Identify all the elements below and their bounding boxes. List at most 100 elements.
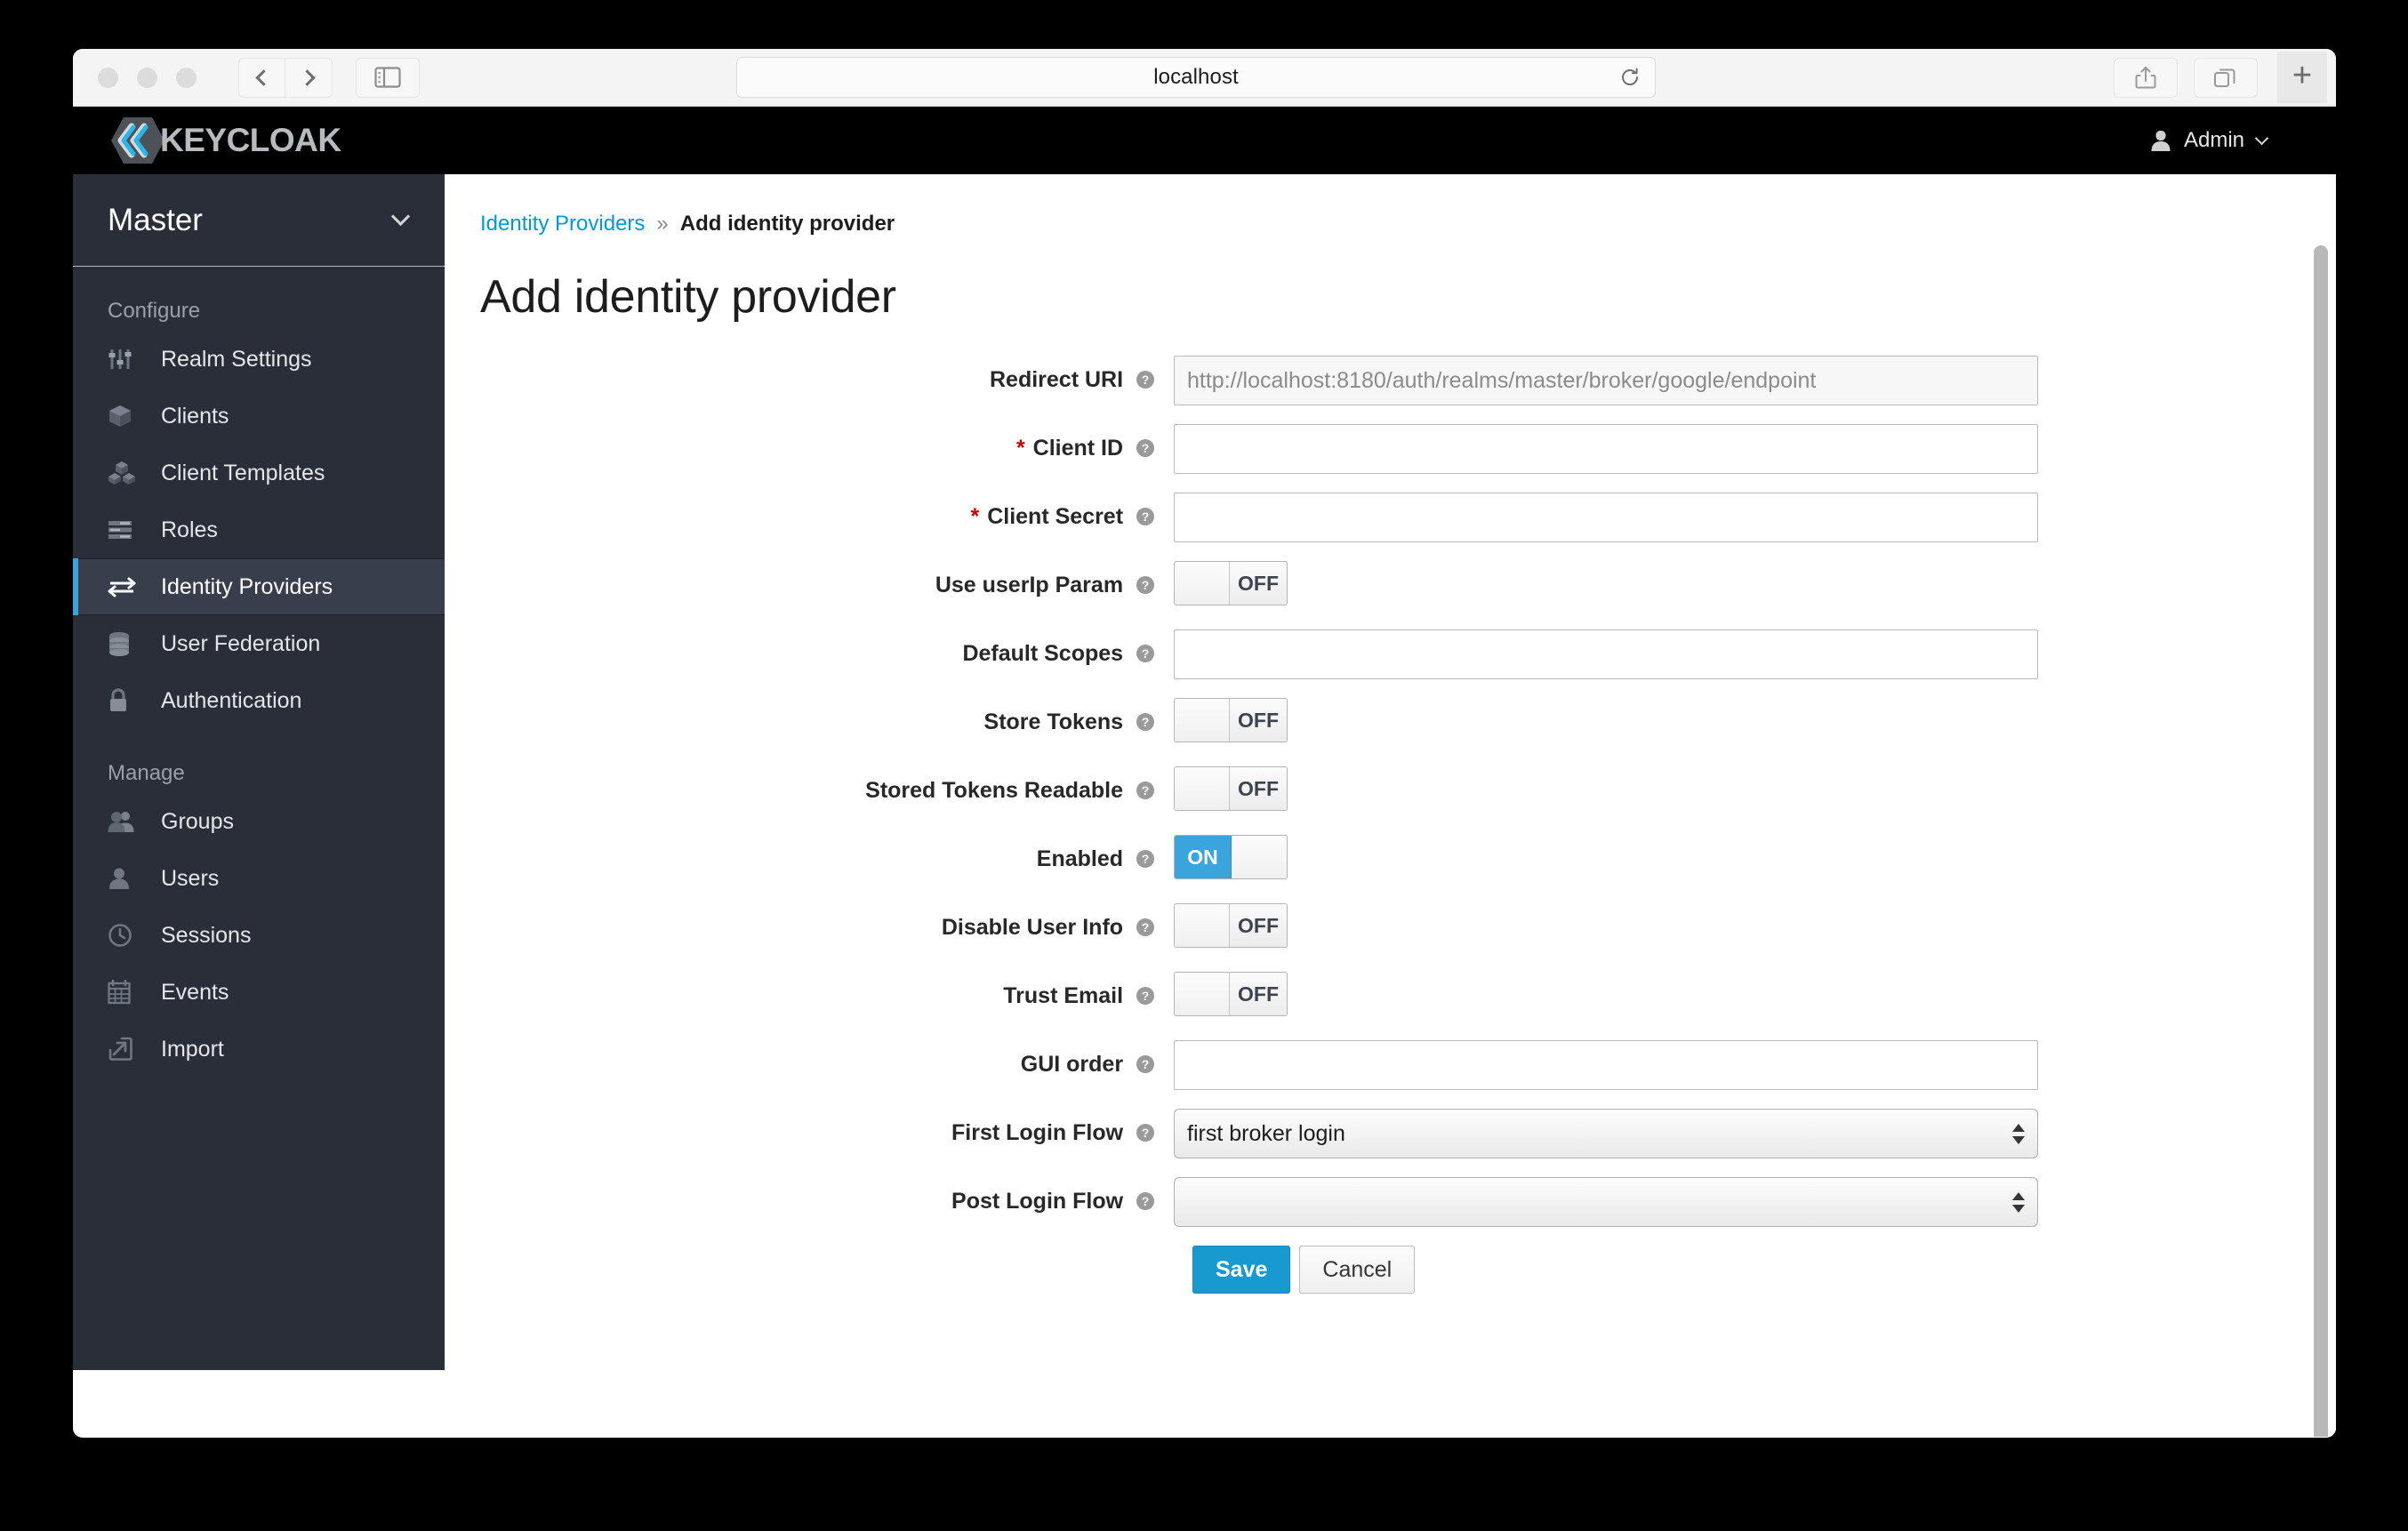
forward-button[interactable]: [285, 57, 333, 98]
sidebar-item-import[interactable]: Import: [73, 1021, 445, 1078]
scrollbar-thumb[interactable]: [2314, 245, 2328, 1437]
form-row-stored-tokens-readable: Stored Tokens Readable ? OFF: [445, 766, 2336, 816]
sidebar-item-realm-settings[interactable]: Realm Settings: [73, 331, 445, 388]
form-row-first-login-flow: First Login Flow ? first broker login: [445, 1109, 2336, 1158]
reload-icon[interactable]: [1619, 67, 1641, 88]
help-circle-icon[interactable]: ?: [1136, 1053, 1155, 1082]
sidebar-item-roles[interactable]: Roles: [73, 501, 445, 558]
sidebar-item-label: Users: [161, 865, 220, 891]
user-icon: [2151, 130, 2171, 151]
user-menu[interactable]: Admin: [2150, 128, 2269, 153]
new-tab-button[interactable]: +: [2277, 52, 2327, 103]
enabled-toggle[interactable]: ON: [1174, 835, 1288, 879]
form-control-client-id: [1174, 424, 2038, 474]
gui-order-input[interactable]: [1174, 1040, 2038, 1090]
store-tokens-toggle[interactable]: OFF: [1174, 698, 1288, 742]
form-label-client-secret: * Client Secret ?: [445, 493, 1174, 534]
sidebar-item-label: Client Templates: [161, 460, 325, 485]
sidebar-item-identity-providers[interactable]: Identity Providers: [73, 558, 445, 615]
page-scrollbar[interactable]: [2311, 245, 2331, 1437]
realm-name: Master: [108, 202, 203, 237]
use-userip-param-toggle[interactable]: OFF: [1174, 561, 1288, 605]
post-login-flow-select[interactable]: [1174, 1177, 2038, 1227]
disable-user-info-toggle[interactable]: OFF: [1174, 903, 1288, 948]
help-circle-icon[interactable]: ?: [1136, 1190, 1155, 1219]
address-bar-url: localhost: [1153, 65, 1239, 89]
help-circle-icon[interactable]: ?: [1136, 710, 1155, 740]
svg-text:?: ?: [1142, 920, 1150, 934]
sidebar-toggle-button[interactable]: [356, 57, 420, 98]
first-login-flow-select[interactable]: first broker login: [1174, 1109, 2038, 1158]
minimize-window-button[interactable]: [137, 67, 157, 88]
toggle-state-label: OFF: [1230, 767, 1287, 810]
share-button[interactable]: [2114, 57, 2178, 98]
svg-text:?: ?: [1142, 715, 1150, 729]
sidebar-item-clients[interactable]: Clients: [73, 388, 445, 445]
sidebar-section-manage-title: Manage: [108, 761, 185, 785]
realm-selector[interactable]: Master: [73, 174, 445, 267]
save-button[interactable]: Save: [1192, 1246, 1291, 1294]
form-label-disable-user-info: Disable User Info ?: [445, 903, 1174, 945]
select-arrows-icon: [2012, 1123, 2025, 1144]
form-control-use-userip-param: OFF: [1174, 561, 2038, 609]
form-row-post-login-flow: Post Login Flow ?: [445, 1177, 2336, 1227]
toggle-knob: [1175, 699, 1230, 741]
keycloak-logo-text: KEYCLOAK: [160, 122, 341, 158]
help-circle-icon[interactable]: ?: [1136, 916, 1155, 945]
form-row-client-id: * Client ID ?: [445, 424, 2336, 474]
client-secret-input[interactable]: [1174, 493, 2038, 542]
identity-provider-form: Redirect URI ? http://localhost:8180/aut…: [445, 356, 2336, 1294]
help-circle-icon[interactable]: ?: [1136, 368, 1155, 397]
toggle-knob: [1175, 767, 1230, 810]
form-row-client-secret: * Client Secret ?: [445, 493, 2336, 542]
sidebar-item-client-templates[interactable]: Client Templates: [73, 445, 445, 501]
form-label-default-scopes: Default Scopes ?: [445, 629, 1174, 671]
maximize-window-button[interactable]: [176, 67, 197, 88]
sidebar-item-events[interactable]: Events: [73, 964, 445, 1021]
close-window-button[interactable]: [98, 67, 118, 88]
share-icon: [2135, 67, 2156, 89]
breadcrumb-link-identity-providers[interactable]: Identity Providers: [480, 212, 645, 236]
content-pane: Identity Providers » Add identity provid…: [445, 174, 2336, 1437]
help-circle-icon[interactable]: ?: [1136, 642, 1155, 671]
redirect-uri-input[interactable]: [1174, 356, 2038, 405]
client-id-input[interactable]: [1174, 424, 2038, 474]
back-button[interactable]: [238, 57, 285, 98]
sidebar-item-groups[interactable]: Groups: [73, 793, 445, 850]
plus-icon: +: [2292, 56, 2313, 94]
form-row-use-userip-param: Use userIp Param ? OFF: [445, 561, 2336, 611]
form-actions: Save Cancel: [1192, 1246, 2336, 1294]
cancel-button[interactable]: Cancel: [1299, 1246, 1416, 1294]
help-circle-icon[interactable]: ?: [1136, 847, 1155, 877]
help-circle-icon[interactable]: ?: [1136, 573, 1155, 603]
sidebar-item-authentication[interactable]: Authentication: [73, 672, 445, 729]
trust-email-toggle[interactable]: OFF: [1174, 972, 1288, 1016]
stored-tokens-readable-toggle[interactable]: OFF: [1174, 766, 1288, 811]
svg-text:?: ?: [1142, 578, 1150, 592]
navigation-buttons: [238, 57, 333, 98]
sidebar-item-sessions[interactable]: Sessions: [73, 907, 445, 964]
help-circle-icon[interactable]: ?: [1136, 779, 1155, 808]
help-circle-icon[interactable]: ?: [1136, 437, 1155, 466]
help-circle-icon[interactable]: ?: [1136, 505, 1155, 534]
toggle-state-label: OFF: [1230, 699, 1287, 741]
toggle-knob: [1175, 973, 1230, 1015]
svg-text:?: ?: [1142, 783, 1150, 798]
help-circle-icon[interactable]: ?: [1136, 984, 1155, 1014]
user-icon: [108, 867, 141, 890]
toggle-knob: [1175, 904, 1230, 947]
tab-overview-button[interactable]: [2194, 57, 2258, 98]
keycloak-logo[interactable]: KEYCLOAK: [110, 116, 341, 165]
form-row-trust-email: Trust Email ? OFF: [445, 972, 2336, 1022]
address-bar[interactable]: localhost: [736, 57, 1656, 98]
help-circle-icon[interactable]: ?: [1136, 1121, 1155, 1150]
sidebar-item-user-federation[interactable]: User Federation: [73, 615, 445, 672]
form-label-store-tokens: Store Tokens ?: [445, 698, 1174, 740]
default-scopes-input[interactable]: [1174, 629, 2038, 679]
sidebar-item-label: Roles: [161, 517, 218, 542]
sidebar-item-label: Groups: [161, 808, 234, 834]
required-indicator: *: [1015, 436, 1025, 461]
form-label-use-userip-param: Use userIp Param ?: [445, 561, 1174, 603]
sidebar-item-users[interactable]: Users: [73, 850, 445, 907]
form-control-enabled: ON: [1174, 835, 2038, 879]
